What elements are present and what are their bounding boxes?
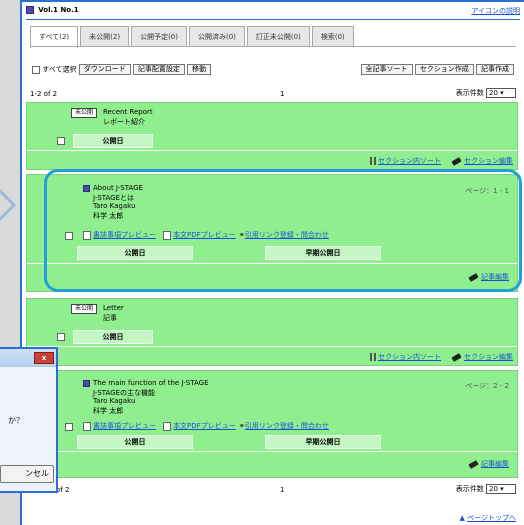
tab-search[interactable]: 検索(0) xyxy=(311,26,354,46)
author-ja: 科学 太郎 xyxy=(93,407,124,415)
status-badge: 未公開 xyxy=(71,108,98,118)
page-number: 1 xyxy=(280,486,285,494)
status-tabs: すべて(2) 未公開(2) 公開予定(0) 公開済み(0) 訂正未公開(0) 検… xyxy=(30,26,356,48)
pencil-icon xyxy=(468,459,479,469)
issue-header: Vol.1 No.1 アイコンの説明 xyxy=(26,6,520,18)
per-page-value: 20 xyxy=(489,89,498,97)
per-page-select[interactable]: 20 ▾ xyxy=(486,88,516,98)
section-edit-link[interactable]: セクション編集 xyxy=(464,157,513,165)
pencil-icon xyxy=(451,352,462,362)
chevron-right-icon xyxy=(0,188,17,222)
dialog-message: か？ xyxy=(8,416,24,425)
tab-correction[interactable]: 訂正未公開(0) xyxy=(246,26,310,46)
page-top-link[interactable]: ページトップへ xyxy=(467,514,516,522)
section-title-ja: 記事 xyxy=(103,314,117,322)
section-title-ja: レポート紹介 xyxy=(103,118,145,126)
per-page-select[interactable]: 20 ▾ xyxy=(486,484,516,494)
highlight-ring xyxy=(44,169,522,292)
section-block: 未公開 Letter 記事 公開日 セクション内ソート セクション編集 xyxy=(26,298,518,366)
per-page-label: 表示件数 xyxy=(455,485,484,493)
row-divider xyxy=(27,150,517,151)
tab-published[interactable]: 公開済み(0) xyxy=(189,26,245,46)
section-title-en: Letter xyxy=(103,304,124,312)
tab-all[interactable]: すべて(2) xyxy=(30,26,79,48)
per-page-value: 20 xyxy=(489,485,498,493)
publish-date[interactable]: 公開日 xyxy=(73,134,153,148)
page-top-link-wrap: ▲ ページトップへ xyxy=(460,513,517,523)
preview-link[interactable]: 書誌事項プレビュー xyxy=(93,422,156,430)
section-checkbox[interactable] xyxy=(57,137,65,145)
section-title-en: Recent Report xyxy=(103,108,153,116)
tab-scheduled[interactable]: 公開予定(0) xyxy=(131,26,187,46)
article-icon xyxy=(83,380,90,387)
article-block: The main function of the J-STAGE J-STAGE… xyxy=(26,370,518,478)
toolbar: すべて選択 ダウンロード 記事配置設定 移動 全記事ソート セクション作成 記事… xyxy=(32,64,514,76)
pager-bottom: of 2 1 表示件数 20 ▾ xyxy=(30,484,516,496)
close-button[interactable]: x xyxy=(34,352,54,364)
tab-underline xyxy=(30,46,516,47)
page-number: 1 xyxy=(280,90,285,98)
pdf-icon xyxy=(163,421,171,431)
section-sort-link[interactable]: セクション内ソート xyxy=(378,157,441,165)
citation-link[interactable]: 引用リンク登録・問合わせ xyxy=(245,422,329,430)
icon-help-link[interactable]: アイコンの説明 xyxy=(471,6,520,16)
create-article-button[interactable]: 記事作成 xyxy=(476,64,514,75)
page-range: ページ：2 - 2 xyxy=(465,382,509,390)
article-settings-button[interactable]: 記事配置設定 xyxy=(132,64,185,75)
row-divider xyxy=(27,346,517,347)
section-edit-link[interactable]: セクション編集 xyxy=(464,353,513,361)
sort-icon xyxy=(370,157,376,165)
confirm-dialog: x か？ ンセル xyxy=(0,347,58,493)
article-checkbox[interactable] xyxy=(65,423,73,431)
result-count: of 2 xyxy=(56,486,70,494)
section-sort-link[interactable]: セクション内ソート xyxy=(378,353,441,361)
cancel-button[interactable]: ンセル xyxy=(0,465,54,483)
sort-all-button[interactable]: 全記事ソート xyxy=(360,64,413,75)
author-en: Taro Kagaku xyxy=(93,397,136,405)
result-count: 1-2 of 2 xyxy=(30,90,58,98)
per-page-label: 表示件数 xyxy=(455,89,484,97)
publish-date[interactable]: 公開日 xyxy=(77,435,193,449)
tab-unpublished[interactable]: 未公開(2) xyxy=(80,26,130,46)
document-icon xyxy=(83,421,91,431)
pdf-preview-link[interactable]: 本文PDFプレビュー xyxy=(173,422,236,430)
pencil-icon xyxy=(451,156,462,166)
status-badge: 未公開 xyxy=(71,304,98,314)
volume-label: Vol.1 No.1 xyxy=(38,6,79,14)
header-divider xyxy=(26,19,520,20)
move-button[interactable]: 移動 xyxy=(187,64,212,75)
article-edit-link[interactable]: 記事編集 xyxy=(481,460,509,468)
select-all-label: すべて選択 xyxy=(42,65,77,74)
article-title-en: The main function of the J-STAGE xyxy=(93,379,209,387)
volume-icon xyxy=(26,6,34,14)
row-divider xyxy=(27,451,517,452)
download-button[interactable]: ダウンロード xyxy=(78,64,131,75)
sort-icon xyxy=(370,353,376,361)
up-triangle-icon: ▲ xyxy=(459,514,465,522)
select-all-checkbox[interactable] xyxy=(32,65,40,74)
section-block: 未公開 Recent Report レポート紹介 公開日 セクション内ソート セ… xyxy=(26,102,518,170)
pager-top: 1-2 of 2 1 表示件数 20 ▾ xyxy=(30,88,516,100)
early-publish-date[interactable]: 早期公開日 xyxy=(265,435,381,449)
create-section-button[interactable]: セクション作成 xyxy=(414,64,474,75)
publish-date[interactable]: 公開日 xyxy=(73,330,153,344)
section-checkbox[interactable] xyxy=(57,333,65,341)
